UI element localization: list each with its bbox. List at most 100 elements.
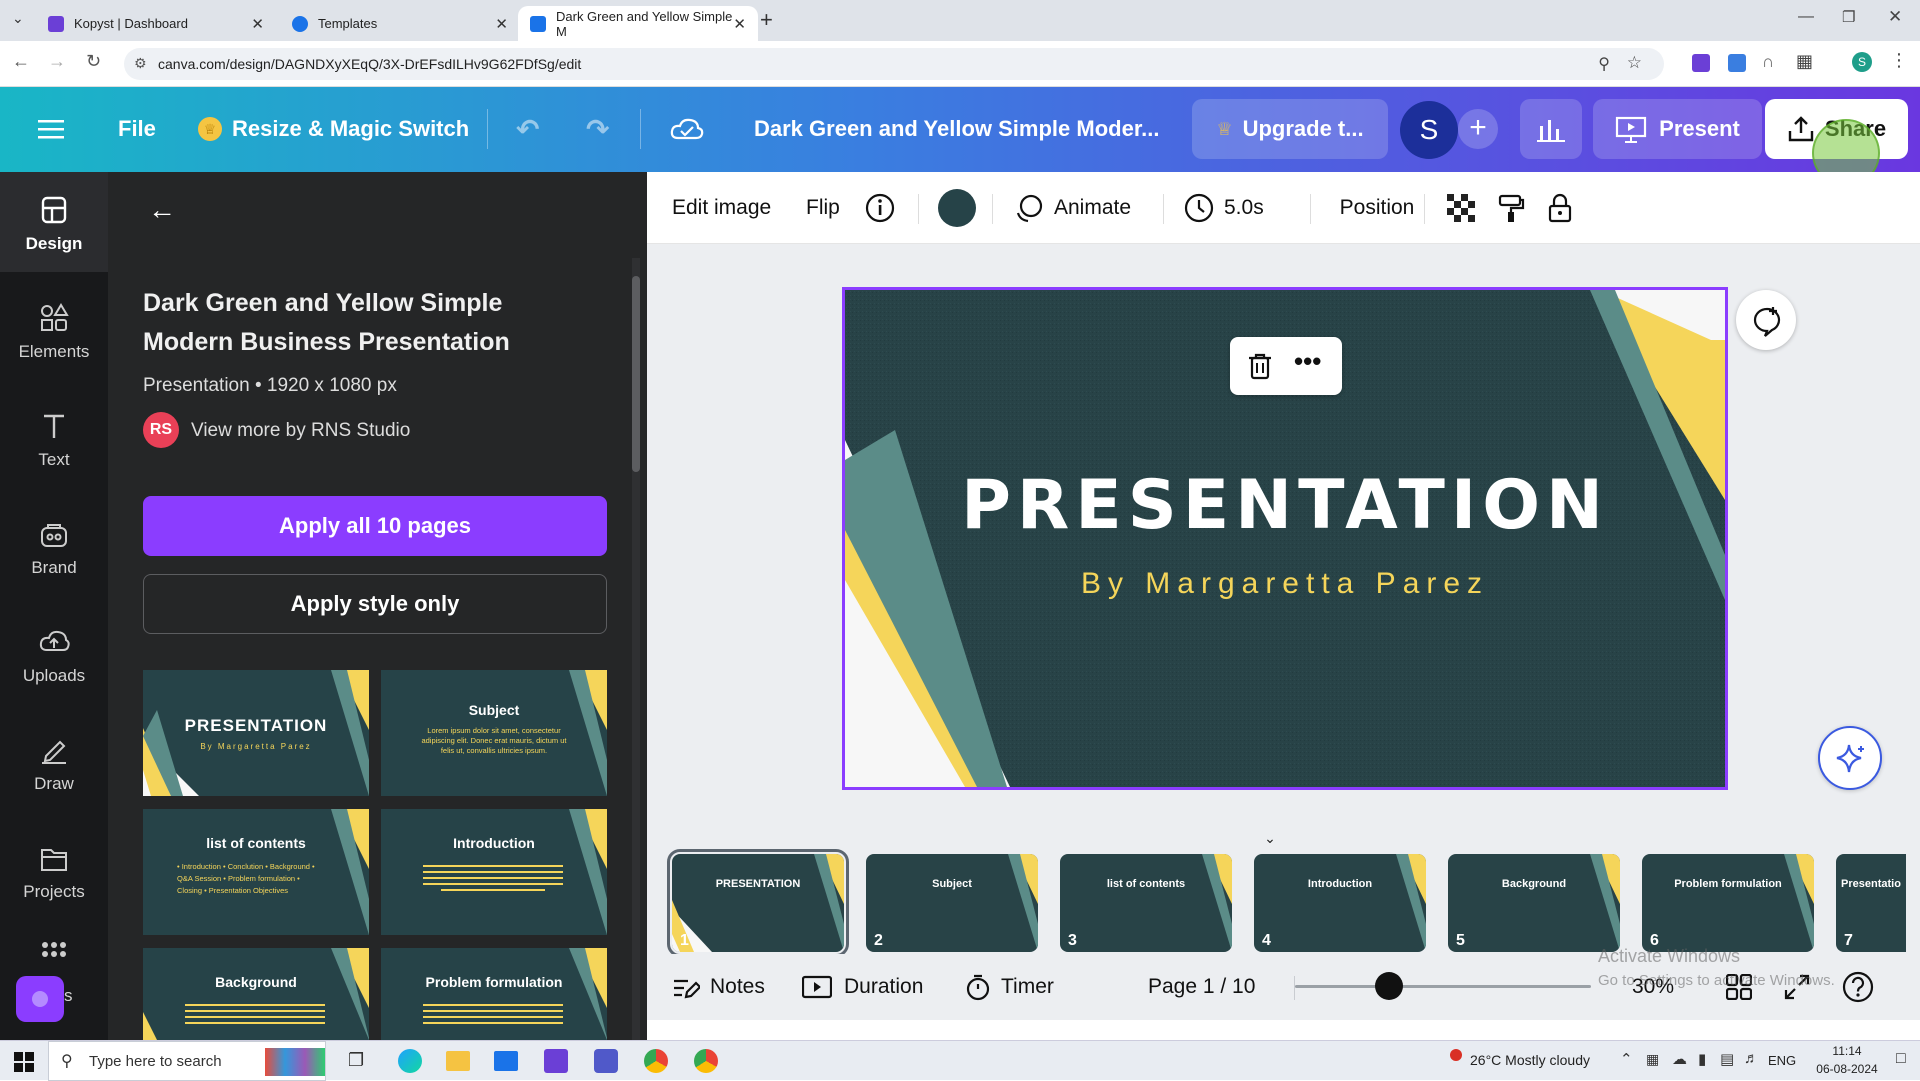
- profile-avatar[interactable]: S: [1852, 52, 1872, 72]
- page-thumbnail-4[interactable]: Introduction 4: [1254, 854, 1426, 952]
- kopyst-app-icon[interactable]: [544, 1049, 568, 1073]
- new-tab-icon[interactable]: +: [760, 7, 773, 33]
- present-button[interactable]: Present: [1593, 99, 1762, 159]
- resize-magic-switch-button[interactable]: ♕ Resize & Magic Switch: [198, 99, 469, 159]
- slide-canvas[interactable]: PRESENTATION By Margaretta Parez •••: [842, 287, 1728, 790]
- template-thumbnail[interactable]: PRESENTATION By Margaretta Parez: [143, 670, 369, 796]
- slide-title[interactable]: PRESENTATION: [845, 466, 1725, 545]
- back-arrow-icon[interactable]: ←: [148, 194, 176, 226]
- invite-add-icon[interactable]: +: [1458, 109, 1498, 149]
- mail-icon[interactable]: [494, 1051, 518, 1071]
- windows-start-icon[interactable]: [14, 1052, 34, 1072]
- restore-window-icon[interactable]: ❐: [1842, 8, 1855, 26]
- notifications-icon[interactable]: □: [1896, 1050, 1906, 1068]
- rail-item-draw[interactable]: Draw: [0, 712, 108, 812]
- duration-toggle-button[interactable]: Duration: [802, 970, 923, 1004]
- main-menu-button[interactable]: [38, 99, 64, 159]
- chrome-icon[interactable]: [694, 1049, 718, 1073]
- panel-scroll-track[interactable]: [632, 258, 640, 1040]
- slide-subtitle[interactable]: By Margaretta Parez: [845, 567, 1725, 601]
- upgrade-button[interactable]: ♕ Upgrade t...: [1192, 99, 1388, 159]
- page-thumbnail-2[interactable]: Subject 2: [866, 854, 1038, 952]
- close-tab-icon[interactable]: ✕: [495, 15, 508, 33]
- file-explorer-icon[interactable]: [446, 1051, 470, 1071]
- copy-style-button[interactable]: [1497, 186, 1525, 230]
- close-tab-icon[interactable]: ✕: [733, 15, 746, 33]
- clock-time[interactable]: 11:14: [1812, 1044, 1882, 1058]
- add-comment-button[interactable]: [1736, 290, 1796, 350]
- template-thumbnail[interactable]: Introduction: [381, 809, 607, 935]
- rail-item-design[interactable]: Design: [0, 172, 108, 272]
- zoom-slider[interactable]: [1295, 966, 1595, 1006]
- taskbar-search-box[interactable]: ⚲ Type here to search: [48, 1041, 326, 1081]
- tab-search-icon[interactable]: ⌄: [12, 10, 24, 27]
- browser-menu-icon[interactable]: ⋮: [1890, 50, 1908, 71]
- forward-arrow-icon[interactable]: →: [48, 51, 66, 72]
- teams-icon[interactable]: [594, 1049, 618, 1073]
- file-menu-button[interactable]: File: [118, 99, 156, 159]
- document-title[interactable]: Dark Green and Yellow Simple Moder...: [754, 99, 1160, 159]
- template-thumbnail[interactable]: list of contents • Introduction • Conclu…: [143, 809, 369, 935]
- template-thumbnail[interactable]: Background: [143, 948, 369, 1040]
- template-thumbnail[interactable]: Subject Lorem ipsum dolor sit amet, cons…: [381, 670, 607, 796]
- user-avatar[interactable]: S: [1400, 101, 1458, 159]
- network-icon[interactable]: ▤: [1720, 1050, 1734, 1068]
- page-indicator-button[interactable]: Page 1 / 10: [1148, 970, 1255, 1004]
- reload-icon[interactable]: ↻: [86, 51, 101, 72]
- page-thumbnail-5[interactable]: Background 5: [1448, 854, 1620, 952]
- extension-icon[interactable]: ∩: [1762, 52, 1774, 72]
- minimize-window-icon[interactable]: —: [1798, 8, 1814, 26]
- kopyst-extension-icon[interactable]: [1692, 54, 1710, 72]
- zoom-slider-knob[interactable]: [1375, 972, 1403, 1000]
- animate-button[interactable]: Animate: [1014, 186, 1131, 230]
- more-options-icon[interactable]: •••: [1294, 346, 1321, 377]
- undo-button[interactable]: ↶: [516, 99, 539, 159]
- panel-scrollbar-thumb[interactable]: [632, 276, 640, 472]
- extensions-puzzle-icon[interactable]: ▦: [1796, 51, 1813, 72]
- close-tab-icon[interactable]: ✕: [251, 15, 264, 33]
- help-button[interactable]: [1842, 970, 1874, 1004]
- page-thumbnail-7[interactable]: Presentatio 7: [1836, 854, 1906, 952]
- redo-button[interactable]: ↷: [586, 99, 609, 159]
- cloud-icon[interactable]: ☁: [1672, 1050, 1687, 1068]
- page-thumbnail-6[interactable]: Problem formulation 6: [1642, 854, 1814, 952]
- clock-date[interactable]: 06-08-2024: [1808, 1062, 1886, 1076]
- battery-icon[interactable]: ▮: [1698, 1050, 1706, 1068]
- transparency-button[interactable]: [1447, 186, 1475, 230]
- duration-button[interactable]: 5.0s: [1184, 186, 1264, 230]
- weather-status[interactable]: 26°C Mostly cloudy: [1470, 1052, 1590, 1068]
- site-info-icon[interactable]: ⚙: [134, 55, 147, 72]
- author-link[interactable]: View more by RNS Studio: [191, 420, 410, 442]
- tray-apps-icon[interactable]: ▦: [1646, 1051, 1659, 1068]
- edge-browser-icon[interactable]: [398, 1049, 422, 1073]
- insights-button[interactable]: [1520, 99, 1582, 159]
- info-button[interactable]: [865, 186, 895, 230]
- rail-item-uploads[interactable]: Uploads: [0, 604, 108, 704]
- edit-image-button[interactable]: Edit image: [672, 186, 771, 230]
- close-window-icon[interactable]: ✕: [1888, 7, 1902, 27]
- magic-sparkle-button[interactable]: [1818, 726, 1882, 790]
- task-view-icon[interactable]: ❐: [348, 1050, 364, 1071]
- collapse-pages-chevron-icon[interactable]: ⌄: [1232, 830, 1308, 854]
- trash-icon[interactable]: [1246, 351, 1274, 381]
- save-status-button[interactable]: [670, 99, 704, 159]
- position-button[interactable]: Position: [1317, 186, 1437, 230]
- flip-button[interactable]: Flip: [806, 186, 840, 230]
- volume-icon[interactable]: ♬: [1744, 1050, 1759, 1067]
- input-language[interactable]: ENG: [1768, 1053, 1796, 1068]
- apply-style-only-button[interactable]: Apply style only: [143, 574, 607, 634]
- apply-all-pages-button[interactable]: Apply all 10 pages: [143, 496, 607, 556]
- rail-item-projects[interactable]: Projects: [0, 820, 108, 920]
- chrome-icon[interactable]: [644, 1049, 668, 1073]
- url-field[interactable]: ⚙ canva.com/design/DAGNDXyXEqQ/3X-DrEFsd…: [124, 48, 1664, 80]
- extension-icon[interactable]: [1728, 54, 1746, 72]
- browser-tab-templates[interactable]: Templates ✕: [280, 6, 520, 41]
- tray-chevron-icon[interactable]: ⌃: [1620, 1050, 1633, 1068]
- lock-button[interactable]: [1547, 186, 1573, 230]
- back-arrow-icon[interactable]: ←: [12, 51, 30, 72]
- browser-tab-design[interactable]: Dark Green and Yellow Simple M ✕: [518, 6, 758, 41]
- magic-assistant-button[interactable]: [16, 976, 64, 1022]
- rail-item-brand[interactable]: Brand: [0, 496, 108, 596]
- template-thumbnail[interactable]: Problem formulation: [381, 948, 607, 1040]
- notes-button[interactable]: Notes: [672, 970, 765, 1004]
